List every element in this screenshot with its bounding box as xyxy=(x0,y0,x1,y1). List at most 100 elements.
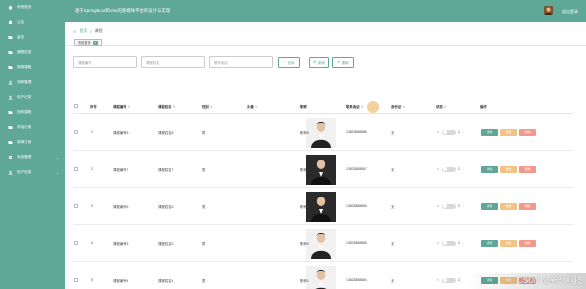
sidebar-item-label: 用户信息 xyxy=(17,170,32,174)
column-header-status[interactable]: 状态⇅ xyxy=(436,104,447,109)
row-checkbox[interactable] xyxy=(74,278,78,282)
view-button[interactable]: 详情 xyxy=(481,239,498,247)
delete-button[interactable]: ⊟ 删除 xyxy=(332,56,354,68)
avatar[interactable] xyxy=(544,6,553,15)
cell-photo[interactable] xyxy=(306,229,336,259)
column-header-photo[interactable]: 头像⇅ xyxy=(247,104,258,109)
status-toggle[interactable] xyxy=(442,203,456,209)
column-header-title[interactable]: 职称 xyxy=(300,104,307,109)
folder-icon xyxy=(8,50,13,55)
select-all-checkbox[interactable] xyxy=(74,104,78,108)
view-button[interactable]: 详情 xyxy=(481,128,498,136)
cell-id-card: 无 xyxy=(391,242,395,246)
cell-photo[interactable] xyxy=(306,192,336,222)
view-button-label: 详情 xyxy=(486,241,493,245)
column-header-id-card[interactable]: 身份证⇅ xyxy=(391,104,405,109)
sort-icon: ⇅ xyxy=(127,105,131,109)
column-header-label: 课程姓名 xyxy=(158,105,172,109)
edit-button[interactable]: 修改 xyxy=(500,165,517,173)
phone-input[interactable]: 联系电话 xyxy=(209,56,273,68)
sidebar-item-home[interactable]: 系统首页 xyxy=(0,0,65,15)
user-icon xyxy=(8,170,13,175)
delete-row-button[interactable]: 删除 xyxy=(519,202,536,210)
cell-name: 课程姓名6 xyxy=(158,205,174,209)
column-header-code[interactable]: 课程编号⇅ xyxy=(113,104,130,109)
status-toggle[interactable] xyxy=(442,277,456,283)
sidebar-item-recycle[interactable]: 回收课程 xyxy=(0,105,65,120)
column-header-gender[interactable]: 性别⇅ xyxy=(202,104,213,109)
sidebar-item-course-info[interactable]: 课程信息 xyxy=(0,45,65,60)
data-table: 序号 课程编号⇅ 课程姓名⇅ 性别⇅ 头像⇅ 职称 联系电话⇅ 身份证⇅ 状态⇅… xyxy=(73,98,573,289)
delete-row-button-label: 删除 xyxy=(524,130,531,134)
search-icon: ⌕ xyxy=(283,60,286,64)
delete-row-button[interactable]: 删除 xyxy=(519,165,536,173)
column-header-label: 状态 xyxy=(436,105,443,109)
logout-link[interactable]: 退出登录 xyxy=(562,9,578,15)
cell-title: 职称4 xyxy=(300,279,309,283)
table-body: 1 课程编号8 课程姓名8 男职称8 13823888888 无 < Z 详情 修改 删除 2 课程编号… xyxy=(73,114,573,289)
chevron-down-icon: ⌄ xyxy=(56,155,59,160)
edit-button[interactable]: 修改 xyxy=(500,128,517,136)
column-header-name[interactable]: 课程姓名⇅ xyxy=(158,104,175,109)
cell-id-card: 无 xyxy=(391,131,395,135)
table-row: 3 课程编号6 课程姓名6 男 职称6 13823888886 无 < Z 详情 修改 删除 xyxy=(73,188,573,225)
cell-photo[interactable] xyxy=(306,118,336,148)
status-toggle[interactable] xyxy=(442,240,456,246)
sidebar-item-user-record[interactable]: 用户记录 xyxy=(0,90,65,105)
add-button[interactable]: ⊞ 新增 xyxy=(309,56,329,68)
delete-row-button-label: 删除 xyxy=(524,204,531,208)
bell-icon xyxy=(8,20,13,25)
sidebar-item-news[interactable]: 新闻订阅 xyxy=(0,135,65,150)
view-button-label: 详情 xyxy=(486,130,493,134)
delete-row-button[interactable]: 删除 xyxy=(519,239,536,247)
sidebar-item-video-course[interactable]: 视频课程 xyxy=(0,60,65,75)
row-checkbox[interactable] xyxy=(74,130,78,134)
status-toggle[interactable] xyxy=(442,166,456,172)
sidebar-item-adopt[interactable]: 领养管理 xyxy=(0,75,65,90)
sidebar-item-system[interactable]: 系统管理 ⌄ xyxy=(0,150,65,165)
switch-off-label: < xyxy=(437,129,439,134)
edit-button[interactable]: 修改 xyxy=(500,239,517,247)
cell-name: 课程姓名5 xyxy=(158,242,174,246)
cell-index: 5 xyxy=(91,278,93,282)
cell-photo[interactable] xyxy=(306,155,336,185)
table-row: 1 课程编号8 课程姓名8 男 职称8 13823888888 无 < Z 详情 修改 删除 xyxy=(73,114,573,151)
status-toggle[interactable] xyxy=(442,129,456,135)
edit-button[interactable]: 修改 xyxy=(500,202,517,210)
close-icon[interactable]: × xyxy=(92,40,98,45)
sort-icon: ⇅ xyxy=(209,105,213,109)
sidebar-item-label: 学者记录 xyxy=(17,125,32,129)
row-checkbox[interactable] xyxy=(74,204,78,208)
sidebar-item-notice[interactable]: 公告 xyxy=(0,15,65,30)
cell-phone: 13823888887 xyxy=(346,167,367,171)
cell-phone: 13823888884 xyxy=(346,278,367,282)
sidebar-item-message[interactable]: 留言 xyxy=(0,30,65,45)
sidebar-item-scholar[interactable]: 学者记录 xyxy=(0,120,65,135)
row-checkbox[interactable] xyxy=(74,241,78,245)
cell-id-card: 无 xyxy=(391,205,395,209)
column-header-label: 身份证 xyxy=(391,105,402,109)
edit-button-label: 修改 xyxy=(505,167,512,171)
cell-id-card: 无 xyxy=(391,279,395,283)
switch-on-label: Z xyxy=(458,277,461,282)
search-button[interactable]: ⌕ 查询 xyxy=(278,56,300,68)
sidebar-item-label: 新闻订阅 xyxy=(17,140,32,144)
sidebar-item-label: 系统管理 xyxy=(17,155,32,159)
tag-home[interactable]: 系统首页 × xyxy=(74,39,102,46)
breadcrumb-home[interactable]: 首页 xyxy=(79,28,87,34)
cell-name: 课程姓名8 xyxy=(158,131,174,135)
view-button[interactable]: 详情 xyxy=(481,165,498,173)
delete-icon: ⊟ xyxy=(337,60,341,64)
course-code-input[interactable]: 课程编号 xyxy=(73,56,137,68)
cell-phone: 13823888886 xyxy=(346,204,367,208)
sidebar-item-user-info[interactable]: 用户信息 ⌄ xyxy=(0,165,65,180)
row-checkbox[interactable] xyxy=(74,167,78,171)
view-button[interactable]: 详情 xyxy=(481,202,498,210)
column-header-phone[interactable]: 联系电话⇅ xyxy=(346,104,363,109)
delete-row-button[interactable]: 删除 xyxy=(519,128,536,136)
cell-gender: 男 xyxy=(202,131,206,135)
breadcrumb-separator: / xyxy=(90,28,92,34)
cell-photo[interactable] xyxy=(306,266,336,289)
column-header-actions: 操作 xyxy=(480,105,487,109)
course-name-input[interactable]: 课程姓名 xyxy=(141,56,205,68)
